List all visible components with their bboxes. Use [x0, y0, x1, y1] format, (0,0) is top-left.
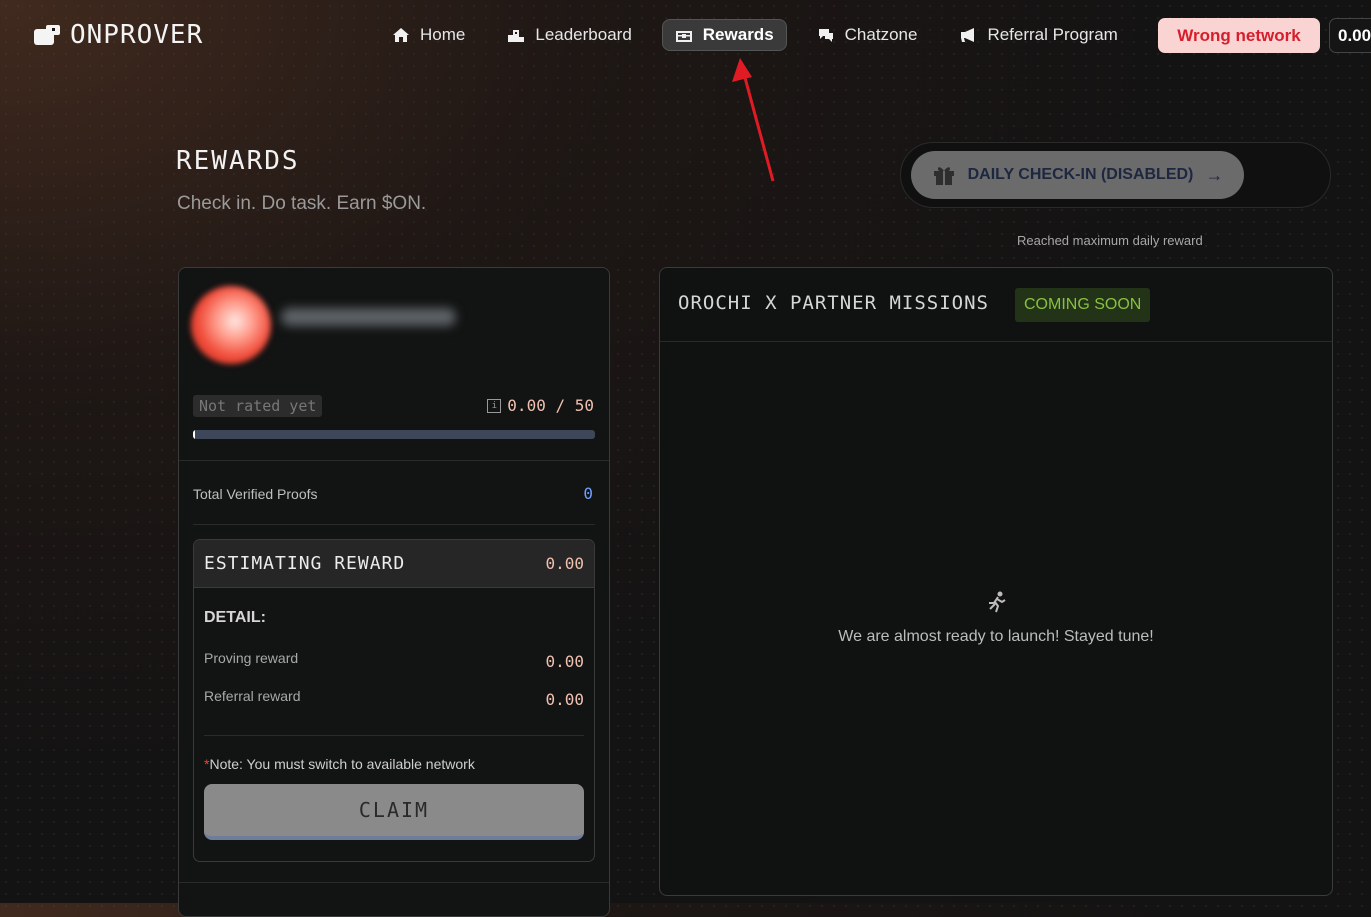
running-figure-icon: [989, 591, 1006, 613]
divider: [179, 882, 609, 883]
username-blurred: [281, 308, 456, 326]
gift-icon: [933, 167, 954, 185]
referral-reward-value: 0.00: [545, 690, 584, 709]
missions-title: OROCHI X PARTNER MISSIONS: [678, 292, 989, 314]
megaphone-icon: [961, 28, 975, 42]
top-nav: ONPROVER Home Leaderboard Rewards Chatzo…: [0, 0, 1371, 72]
page-title: REWARDS: [176, 146, 300, 176]
home-icon: [393, 28, 409, 42]
partner-missions-card: OROCHI X PARTNER MISSIONS COMING SOON We…: [659, 267, 1333, 896]
nav-item-label: Referral Program: [987, 25, 1118, 44]
proving-reward-label: Proving reward: [204, 650, 299, 666]
profile-card: Not rated yet i 0.00 / 50 Total Verified…: [178, 267, 610, 917]
note-text: Note: You must switch to available netwo…: [209, 756, 475, 772]
score-value: 0.00 / 50: [507, 396, 594, 415]
nav-item-rewards[interactable]: Rewards: [661, 19, 787, 51]
estimating-reward-header: ESTIMATING REWARD 0.00: [194, 540, 594, 588]
nav-item-label: Leaderboard: [535, 25, 632, 44]
logo[interactable]: ONPROVER: [34, 20, 203, 50]
score-progress-bar: [193, 430, 595, 439]
podium-icon: [508, 30, 525, 42]
checkin-note: Reached maximum daily reward: [1017, 233, 1203, 248]
score-progress-fill: [193, 430, 195, 439]
divider: [204, 735, 584, 736]
rating-badge: Not rated yet: [193, 395, 323, 417]
wrong-network-button[interactable]: Wrong network: [1158, 18, 1320, 53]
nav-item-leaderboard[interactable]: Leaderboard: [495, 19, 643, 51]
estimating-reward-title: ESTIMATING REWARD: [204, 553, 406, 574]
proving-reward-value: 0.00: [545, 652, 584, 671]
logo-icon: [34, 25, 60, 45]
logo-text: ONPROVER: [70, 20, 204, 50]
daily-checkin-label: DAILY CHECK-IN (DISABLED): [967, 166, 1194, 183]
arrow-right-icon: →: [1205, 164, 1224, 185]
missions-header: OROCHI X PARTNER MISSIONS COMING SOON: [660, 268, 1332, 342]
avatar: [191, 286, 271, 364]
score: i 0.00 / 50: [487, 396, 594, 415]
coming-soon-badge: COMING SOON: [1015, 288, 1151, 322]
nav-item-label: Rewards: [702, 25, 774, 44]
nav-menu: Home Leaderboard Rewards Chatzone Referr…: [380, 19, 1148, 51]
referral-reward-label: Referral reward: [204, 688, 301, 704]
daily-checkin-container: DAILY CHECK-IN (DISABLED) →: [900, 142, 1331, 208]
wallet-balance-button[interactable]: 0.00: [1329, 18, 1371, 53]
total-proofs-label: Total Verified Proofs: [193, 486, 318, 502]
info-icon[interactable]: i: [487, 398, 502, 413]
page-subtitle: Check in. Do task. Earn $ON.: [177, 193, 427, 214]
estimating-reward-panel: ESTIMATING REWARD 0.00 DETAIL: Proving r…: [193, 539, 595, 862]
treasure-chest-icon: [675, 31, 692, 42]
divider: [193, 524, 595, 525]
daily-checkin-button[interactable]: DAILY CHECK-IN (DISABLED) →: [911, 151, 1244, 199]
claim-button[interactable]: CLAIM: [204, 784, 584, 840]
detail-heading: DETAIL:: [204, 609, 266, 626]
nav-item-referral[interactable]: Referral Program: [947, 19, 1129, 51]
nav-item-home[interactable]: Home: [380, 19, 477, 51]
divider: [179, 460, 609, 461]
total-proofs-value: 0: [583, 484, 593, 503]
nav-item-label: Home: [420, 25, 466, 44]
chat-icon: [818, 29, 833, 42]
launch-message: We are almost ready to launch! Stayed tu…: [838, 628, 1154, 645]
network-note: *Note: You must switch to available netw…: [204, 756, 475, 772]
nav-item-label: Chatzone: [844, 25, 918, 44]
annotation-arrow-icon: [732, 58, 775, 182]
nav-item-chatzone[interactable]: Chatzone: [805, 19, 930, 51]
estimating-reward-total: 0.00: [545, 554, 584, 573]
